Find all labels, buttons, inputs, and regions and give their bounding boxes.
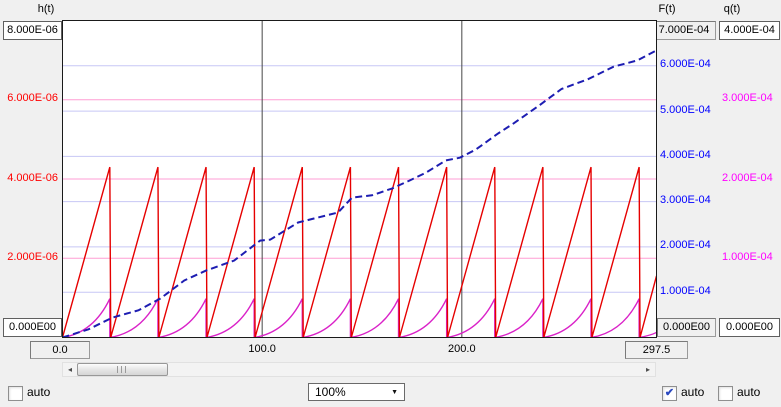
zoom-select[interactable]: 100% ▼ [308,383,405,401]
q-axis-tick-label: 3.000E-04 [722,92,773,105]
x-axis-min-field[interactable]: 0.0 [30,341,90,359]
h-axis-tick-label: 2.000E-06 [0,251,58,264]
scroll-left-button[interactable]: ◂ [63,363,77,376]
q-axis-min-field[interactable]: 0.000E00 [719,318,780,337]
q-axis-max-field[interactable]: 4.000E-04 [719,21,780,40]
q-axis-title: q(t) [718,3,746,16]
f-auto-checkbox[interactable]: ✔ [662,386,677,401]
x-axis-tick-label: 100.0 [232,343,292,355]
q-auto-checkbox[interactable]: ✔ [718,386,733,401]
scrollbar-thumb[interactable] [77,363,168,376]
checkmark-icon: ✔ [665,388,674,399]
f-axis-tick-label: 3.000E-04 [660,194,711,207]
x-auto-label: auto [27,385,50,400]
f-axis-tick-label: 6.000E-04 [660,58,711,71]
f-auto-label: auto [681,385,704,400]
x-axis-max-field[interactable]: 297.5 [625,341,688,359]
f-axis-title: F(t) [652,3,682,16]
f-axis-tick-label: 5.000E-04 [660,104,711,117]
x-scrollbar[interactable]: ◂ ▸ [62,362,656,377]
f-axis-tick-label: 2.000E-04 [660,239,711,252]
zoom-value: 100% [309,385,391,399]
h-axis-title: h(t) [30,3,62,16]
x-auto-checkbox[interactable]: ✔ [8,386,23,401]
q-axis-tick-label: 2.000E-04 [722,172,773,185]
f-axis-min-field[interactable]: 0.000E00 [657,318,716,337]
q-axis-tick-label: 1.000E-04 [722,251,773,264]
h-axis-min-field[interactable]: 0.000E00 [3,318,62,337]
x-axis-tick-label: 200.0 [432,343,492,355]
chevron-down-icon: ▼ [391,389,404,396]
h-axis-max-field[interactable]: 8.000E-06 [3,21,62,40]
plot-window: h(t) F(t) q(t) 8.000E-06 0.000E00 7.000E… [0,0,781,407]
scrollbar-grip-icon [117,366,128,373]
f-axis-tick-label: 4.000E-04 [660,149,711,162]
scroll-right-button[interactable]: ▸ [641,363,655,376]
h-axis-tick-label: 4.000E-06 [0,172,58,185]
h-axis-tick-label: 6.000E-06 [0,92,58,105]
q-auto-label: auto [737,385,760,400]
f-axis-max-field[interactable]: 7.000E-04 [652,21,716,40]
plot-area[interactable] [62,20,657,338]
f-axis-tick-label: 1.000E-04 [660,285,711,298]
